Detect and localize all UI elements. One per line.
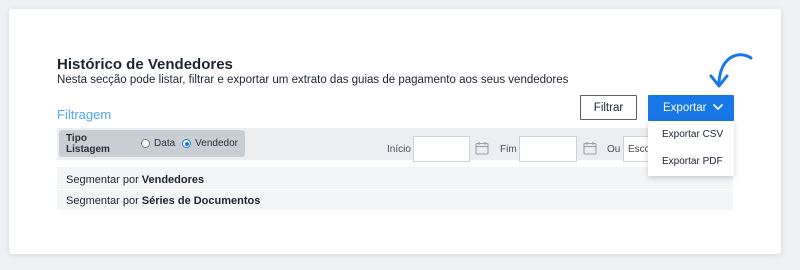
filter-heading[interactable]: Filtragem — [57, 107, 111, 122]
radio-circle[interactable] — [182, 139, 192, 148]
calendar-icon[interactable] — [583, 141, 597, 155]
curved-arrow-icon — [709, 53, 753, 88]
start-date-input[interactable] — [413, 136, 470, 162]
radio-label: Data — [154, 138, 176, 149]
export-button-label: Exportar — [663, 102, 707, 114]
end-date-label: Fim — [500, 144, 517, 155]
segment-row-vendedores[interactable]: Segmentar por Vendedores — [57, 169, 733, 190]
segment-target: Séries de Documentos — [141, 194, 261, 207]
filter-button[interactable]: Filtrar — [580, 95, 637, 120]
radio-vendedor[interactable]: Vendedor — [182, 138, 238, 149]
export-button[interactable]: Exportar — [648, 95, 734, 121]
end-date-input[interactable] — [519, 136, 577, 162]
chevron-down-icon — [713, 104, 723, 110]
segment-prefix: Segmentar por — [66, 194, 139, 207]
segment-row-series[interactable]: Segmentar por Séries de Documentos — [57, 190, 733, 211]
calendar-icon[interactable] — [475, 141, 489, 155]
or-label: Ou — [607, 144, 621, 155]
menu-item-export-csv[interactable]: Exportar CSV — [662, 129, 723, 140]
export-dropdown-menu: Exportar CSV Exportar PDF — [648, 121, 734, 176]
page-subtitle: Nesta secção pode listar, filtrar e expo… — [57, 74, 569, 86]
list-type-label: Tipo Listagem — [66, 132, 110, 155]
start-date-label: Início — [387, 144, 411, 155]
segment-target: Vendedores — [141, 173, 205, 186]
list-type-selector: Tipo Listagem Data Vendedor — [59, 130, 245, 157]
menu-item-export-pdf[interactable]: Exportar PDF — [662, 156, 723, 167]
radio-circle[interactable] — [141, 139, 151, 148]
radio-label: Vendedor — [195, 138, 238, 149]
page-title: Histórico de Vendedores — [57, 56, 233, 73]
radio-data[interactable]: Data — [141, 138, 175, 149]
period-select-value: Esco — [628, 143, 651, 155]
segment-prefix: Segmentar por — [66, 173, 139, 186]
